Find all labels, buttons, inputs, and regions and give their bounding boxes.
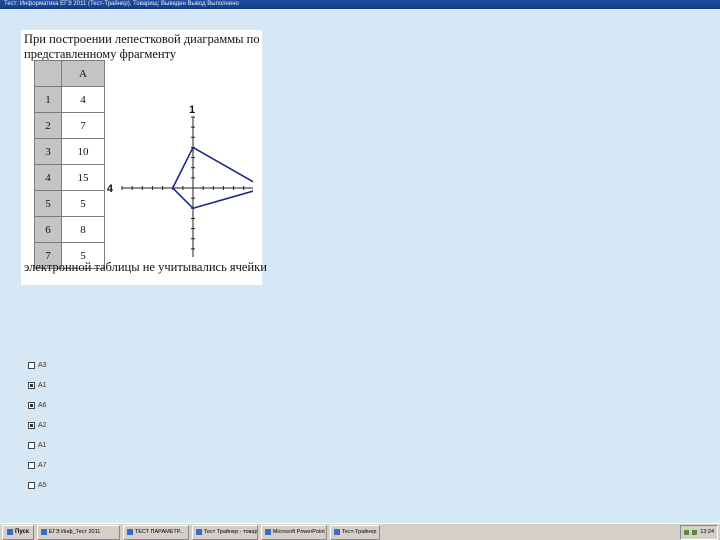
sheet-row: 3 10 (34, 138, 105, 165)
corner-cell (34, 60, 62, 87)
value-cell: 4 (61, 86, 105, 113)
answer-option[interactable]: A1 (28, 435, 47, 455)
sheet-row: 27 (34, 112, 105, 139)
answer-option[interactable]: A2 (28, 415, 47, 435)
sheet-row: 4 15 (34, 164, 105, 191)
window-title: Тест: Информатика ЕГЭ 2011 (Тест-Трайнер… (4, 1, 239, 7)
taskbar-window-label: ТЕСТ ПАРАМЕТР... (134, 529, 184, 535)
answer-checkbox[interactable] (28, 481, 35, 489)
answer-label: A6 (38, 401, 47, 409)
answer-option[interactable]: A1 (28, 375, 47, 395)
taskbar-window-label: Тест Трайнер - товарищ (203, 529, 258, 535)
answer-option[interactable]: A7 (28, 455, 47, 475)
spreadsheet-fragment: A 1 4 2 7 3 10 4 15 5 5 6 8 7 5 (34, 60, 105, 269)
taskbar-window-button[interactable]: ЕГЭ Инф_Тест 2011 (36, 524, 120, 540)
row-number-cell: 1 (34, 86, 62, 113)
row-number-cell: 2 (34, 112, 62, 139)
answer-label: A1 (38, 441, 47, 449)
taskbar-window-label: Microsoft PowerPoint (272, 529, 325, 535)
question-image: При построении лепестковой диаграммы по … (21, 30, 267, 285)
column-header-a: A (61, 60, 105, 87)
sheet-row: 14 (34, 86, 105, 113)
radar-chart: 1234 (107, 104, 253, 257)
answer-option[interactable]: A3 (28, 355, 47, 375)
value-cell: 7 (61, 112, 105, 139)
sheet-row: 68 (34, 216, 105, 243)
answer-checkbox[interactable] (28, 401, 35, 409)
window-icon (40, 529, 47, 535)
sheet-header-row: A (34, 60, 105, 87)
system-tray: 13:24 (680, 524, 718, 540)
row-number-cell: 5 (34, 190, 62, 217)
value-cell: 10 (61, 138, 105, 165)
answer-label: A2 (38, 421, 47, 429)
answer-checkbox[interactable] (28, 361, 35, 369)
window-icon (333, 529, 340, 535)
taskbar-window-button[interactable]: Microsoft PowerPoint (260, 524, 327, 540)
taskbar-window-label: Тест-Трайнер (341, 529, 377, 535)
taskbar: Пуск ЕГЭ Инф_Тест 2011 ТЕСТ ПАРАМЕТР... Те… (0, 523, 720, 540)
taskbar-items: ЕГЭ Инф_Тест 2011 ТЕСТ ПАРАМЕТР... Тест Тр… (34, 524, 380, 540)
taskbar-window-button[interactable]: Тест Трайнер - товарищ (191, 524, 258, 540)
content-area: При построении лепестковой диаграммы по … (0, 9, 720, 523)
value-cell: 5 (61, 190, 105, 217)
answer-checkbox[interactable] (28, 461, 35, 469)
windows-logo-icon (7, 529, 13, 535)
start-button[interactable]: Пуск (2, 524, 34, 540)
taskbar-window-label: ЕГЭ Инф_Тест 2011 (48, 529, 101, 535)
taskbar-window-button[interactable]: Тест-Трайнер (329, 524, 380, 540)
answer-checkbox[interactable] (28, 381, 35, 389)
value-cell: 8 (61, 216, 105, 243)
answer-label: A1 (38, 381, 47, 389)
answer-option[interactable]: A5 (28, 475, 47, 495)
answer-options: A3 A1 A6 A2 A1 A7 A5 (28, 355, 47, 495)
answer-label: A7 (38, 461, 47, 469)
tray-volume-icon (692, 529, 698, 535)
axis-label: 1 (189, 104, 195, 116)
axis-label: 4 (107, 183, 114, 195)
taskbar-window-button[interactable]: ТЕСТ ПАРАМЕТР... (122, 524, 189, 540)
row-number-cell: 6 (34, 216, 62, 243)
window-icon (264, 529, 271, 535)
sheet-row: 55 (34, 190, 105, 217)
row-number-cell: 4 (34, 164, 62, 191)
answer-option[interactable]: A6 (28, 395, 47, 415)
tray-clock: 13:24 (700, 529, 714, 535)
data-series-polygon (171, 146, 253, 210)
window-icon (126, 529, 133, 535)
answer-label: A5 (38, 481, 47, 489)
window-icon (195, 529, 202, 535)
answer-checkbox[interactable] (28, 441, 35, 449)
window-title-bar: Тест: Информатика ЕГЭ 2011 (Тест-Трайнер… (0, 0, 720, 9)
answer-label: A3 (38, 361, 47, 369)
tray-network-icon (684, 529, 690, 535)
answer-checkbox[interactable] (28, 421, 35, 429)
row-number-cell: 3 (34, 138, 62, 165)
question-text-bottom: электронной таблицы не учитывались ячейк… (24, 260, 267, 274)
value-cell: 15 (61, 164, 105, 191)
start-label: Пуск (15, 529, 29, 535)
